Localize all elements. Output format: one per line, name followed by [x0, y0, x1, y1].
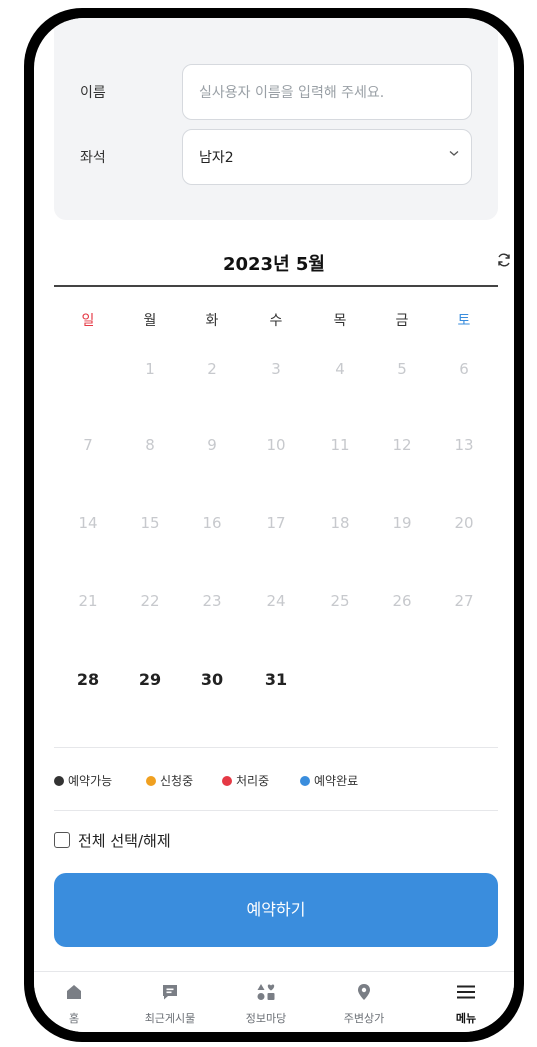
select-all-label[interactable]: 전체 선택/해제 — [78, 830, 171, 851]
nav-item-home[interactable]: 홈 — [34, 972, 114, 1032]
calendar-day[interactable]: 29 — [130, 670, 170, 689]
calendar-day[interactable]: 8 — [130, 436, 170, 454]
name-label: 이름 — [80, 85, 106, 101]
calendar-day[interactable]: 17 — [256, 514, 296, 532]
chevron-down-icon — [449, 151, 459, 156]
calendar-day[interactable]: 24 — [256, 592, 296, 610]
nav-label: 정보마당 — [245, 1012, 287, 1025]
map-pin-icon — [358, 984, 370, 1000]
calendar-day[interactable]: 26 — [382, 592, 422, 610]
divider — [54, 747, 498, 748]
calendar-day[interactable]: 4 — [320, 360, 360, 378]
calendar-day[interactable]: 14 — [68, 514, 108, 532]
calendar-day[interactable]: 5 — [382, 360, 422, 378]
calendar-day[interactable]: 11 — [320, 436, 360, 454]
calendar-day[interactable]: 16 — [192, 514, 232, 532]
reservation-form: 이름 실사용자 이름을 입력해 주세요. 좌석 남자2 — [54, 18, 498, 220]
legend-dot — [222, 776, 232, 786]
name-input[interactable]: 실사용자 이름을 입력해 주세요. — [182, 64, 472, 120]
legend-dot — [146, 776, 156, 786]
calendar-day[interactable]: 2 — [192, 360, 232, 378]
select-all-checkbox[interactable] — [54, 832, 70, 848]
seat-row: 좌석 남자2 — [54, 129, 498, 185]
nav-label: 최근게시물 — [144, 1012, 196, 1025]
phone-frame: 이름 실사용자 이름을 입력해 주세요. 좌석 남자2 2023년 5월 일 월 화… — [24, 8, 524, 1042]
calendar-day[interactable]: 27 — [444, 592, 484, 610]
calendar-day[interactable]: 10 — [256, 436, 296, 454]
weekday-header: 화 — [205, 313, 219, 329]
calendar-day[interactable]: 25 — [320, 592, 360, 610]
calendar-day[interactable]: 9 — [192, 436, 232, 454]
calendar-day[interactable]: 1 — [130, 360, 170, 378]
calendar-day[interactable]: 22 — [130, 592, 170, 610]
message-icon — [163, 985, 177, 1000]
legend-item-pending: 신청중 — [146, 772, 193, 789]
nav-item-menu[interactable]: 메뉴 — [426, 972, 506, 1032]
calendar-day[interactable]: 30 — [192, 670, 232, 689]
calendar-divider — [54, 285, 498, 287]
nav-label: 주변상가 — [343, 1012, 385, 1025]
weekday-header: 목 — [333, 313, 347, 329]
refresh-icon[interactable] — [496, 252, 512, 268]
weekday-header: 월 — [143, 313, 157, 329]
home-icon — [67, 985, 81, 999]
weekday-header: 토 — [457, 313, 471, 329]
weekday-header: 일 — [81, 313, 95, 329]
legend-item-available: 예약가능 — [54, 772, 112, 789]
calendar-day[interactable]: 31 — [256, 670, 296, 689]
calendar-day[interactable]: 21 — [68, 592, 108, 610]
weekday-header: 금 — [395, 313, 409, 329]
bottom-nav: 홈 최근게시물 정보마당 주변상가 메뉴 — [34, 971, 514, 1032]
calendar-day[interactable]: 6 — [444, 360, 484, 378]
calendar-day[interactable]: 12 — [382, 436, 422, 454]
calendar-day[interactable]: 23 — [192, 592, 232, 610]
nav-item-info[interactable]: 정보마당 — [226, 972, 306, 1032]
divider — [54, 810, 498, 811]
legend-item-complete: 예약완료 — [300, 772, 358, 789]
reserve-button[interactable]: 예약하기 — [54, 873, 498, 947]
seat-select[interactable]: 남자2 — [182, 129, 472, 185]
nav-label: 메뉴 — [455, 1012, 477, 1025]
calendar-day[interactable]: 20 — [444, 514, 484, 532]
calendar-day[interactable]: 15 — [130, 514, 170, 532]
nav-label: 홈 — [68, 1012, 80, 1025]
calendar-title: 2023년 5월 — [222, 254, 325, 275]
calendar-day[interactable]: 28 — [68, 670, 108, 689]
name-row: 이름 실사용자 이름을 입력해 주세요. — [54, 64, 498, 120]
grid-heart-icon — [257, 984, 275, 1000]
seat-select-value: 남자2 — [199, 150, 234, 166]
calendar-day[interactable]: 3 — [256, 360, 296, 378]
calendar-day[interactable]: 18 — [320, 514, 360, 532]
legend-label: 예약완료 — [314, 774, 359, 788]
calendar-day[interactable]: 7 — [68, 436, 108, 454]
legend-label: 신청중 — [160, 774, 194, 788]
legend-label: 처리중 — [236, 774, 270, 788]
nav-item-recent-posts[interactable]: 최근게시물 — [130, 972, 210, 1032]
weekday-header: 수 — [269, 313, 283, 329]
nav-item-nearby-shops[interactable]: 주변상가 — [324, 972, 404, 1032]
calendar-day[interactable]: 13 — [444, 436, 484, 454]
calendar-day[interactable]: 19 — [382, 514, 422, 532]
seat-label: 좌석 — [80, 150, 106, 166]
legend-item-processing: 처리중 — [222, 772, 269, 789]
screen: 이름 실사용자 이름을 입력해 주세요. 좌석 남자2 2023년 5월 일 월 화… — [34, 18, 514, 1032]
menu-icon — [457, 985, 475, 999]
legend-dot — [54, 776, 64, 786]
legend-dot — [300, 776, 310, 786]
legend-label: 예약가능 — [68, 774, 113, 788]
